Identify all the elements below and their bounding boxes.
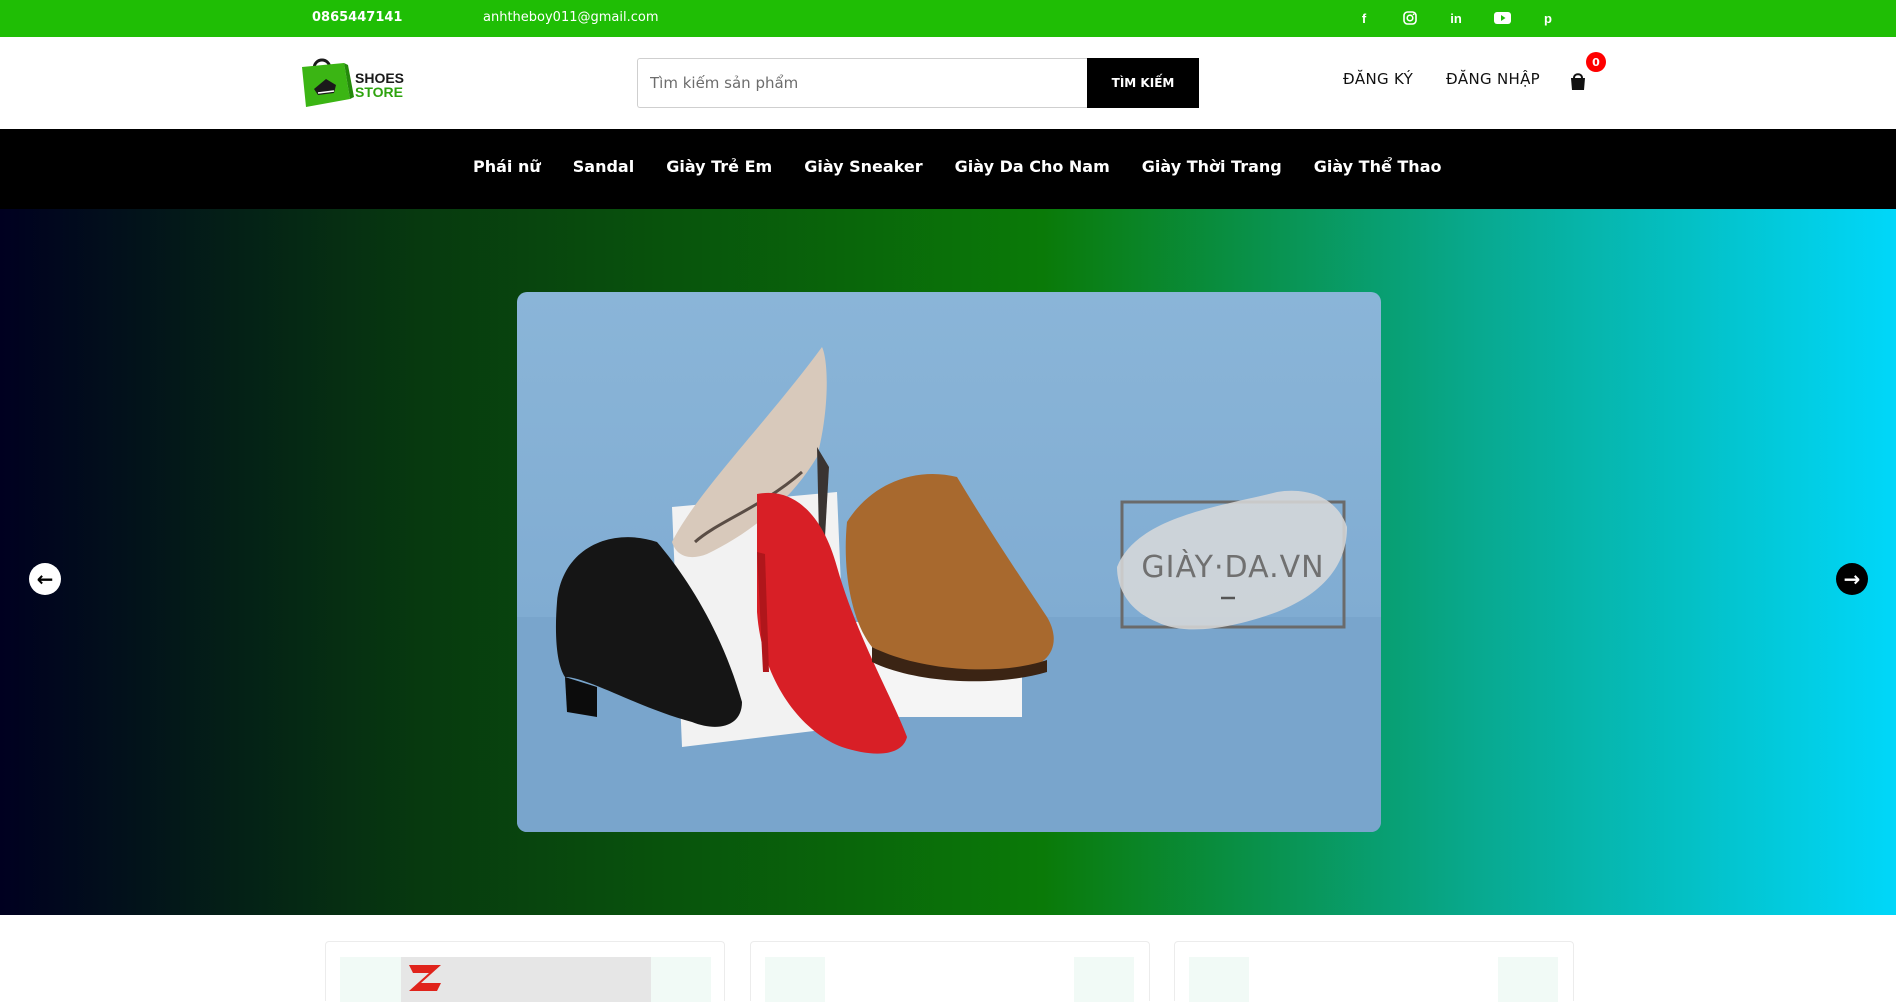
nav-item-giay-sneaker[interactable]: Giày Sneaker: [804, 157, 922, 176]
card-thumb: [765, 957, 825, 1002]
site-header: SHOES STORE TÌM KIẾM ĐĂNG KÝ ĐĂNG NHẬP 0: [0, 37, 1896, 129]
hero-slider: GIÀY·DA.VN ← →: [0, 209, 1896, 915]
email-address: anhtheboy011@gmail.com: [483, 10, 659, 25]
card-thumb: [340, 957, 402, 1002]
nav-item-phai-nu[interactable]: Phái nữ: [473, 157, 541, 176]
search-button[interactable]: TÌM KIẾM: [1087, 58, 1199, 108]
top-bar: 0865447141 anhtheboy011@gmail.com f in p: [0, 0, 1896, 37]
card-thumb: [1189, 957, 1249, 1002]
card-thumb: [651, 957, 711, 1002]
login-link[interactable]: ĐĂNG NHẬP: [1446, 70, 1540, 88]
nav-item-giay-thoi-trang[interactable]: Giày Thời Trang: [1142, 157, 1282, 176]
linkedin-icon[interactable]: in: [1444, 6, 1468, 30]
store-logo-text: SHOES STORE: [355, 71, 404, 99]
logo-line1: SHOES: [355, 70, 405, 86]
nav-item-sandal[interactable]: Sandal: [573, 157, 634, 176]
nav-item-giay-da-cho-nam[interactable]: Giày Da Cho Nam: [955, 157, 1110, 176]
search-form: TÌM KIẾM: [637, 58, 1199, 108]
cart-icon[interactable]: [1568, 70, 1588, 92]
youtube-icon[interactable]: [1490, 6, 1514, 30]
slider-prev-arrow-icon[interactable]: ←: [29, 563, 61, 595]
search-input[interactable]: [637, 58, 1087, 108]
card-image: [401, 957, 651, 1002]
nav-item-giay-tre-em[interactable]: Giày Trẻ Em: [666, 157, 772, 176]
register-link[interactable]: ĐĂNG KÝ: [1343, 70, 1413, 88]
card-thumb: [1498, 957, 1558, 1002]
banner-image[interactable]: GIÀY·DA.VN: [517, 292, 1381, 832]
product-card[interactable]: [325, 941, 725, 1002]
slider-next-arrow-icon[interactable]: →: [1836, 563, 1868, 595]
logo-line2: STORE: [355, 84, 403, 100]
product-card[interactable]: [750, 941, 1150, 1002]
phone-number: 0865447141: [312, 10, 403, 25]
product-cards-row: [0, 915, 1896, 1002]
pinterest-icon[interactable]: p: [1536, 6, 1560, 30]
social-links: f in p: [1352, 6, 1560, 30]
nav-item-giay-the-thao[interactable]: Giày Thể Thao: [1314, 157, 1442, 176]
card-thumb: [1074, 957, 1134, 1002]
banner-watermark: GIÀY·DA.VN: [1141, 549, 1324, 585]
facebook-icon[interactable]: f: [1352, 6, 1376, 30]
main-nav: Phái nữ Sandal Giày Trẻ Em Giày Sneaker …: [0, 129, 1896, 209]
product-card[interactable]: [1174, 941, 1574, 1002]
cart-count-badge: 0: [1586, 52, 1606, 72]
instagram-icon[interactable]: [1398, 6, 1422, 30]
